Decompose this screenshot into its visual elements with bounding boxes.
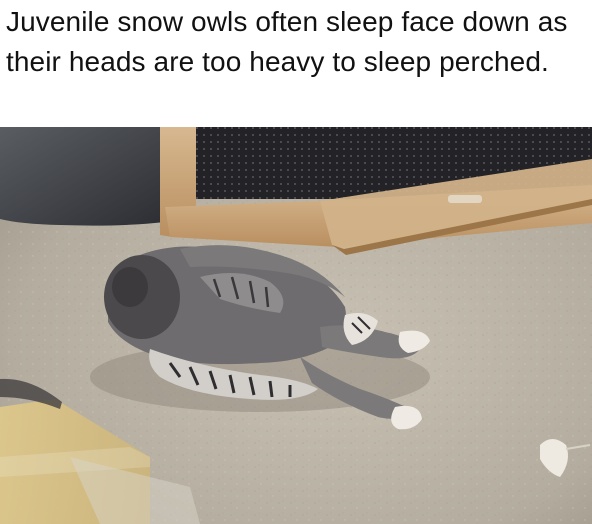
owl-photo	[0, 127, 592, 524]
owl-photo-illustration	[0, 127, 592, 524]
dark-wall	[0, 127, 165, 226]
caption-text: Juvenile snow owls often sleep face down…	[6, 6, 568, 77]
meme-card: Juvenile snow owls often sleep face down…	[0, 0, 592, 524]
